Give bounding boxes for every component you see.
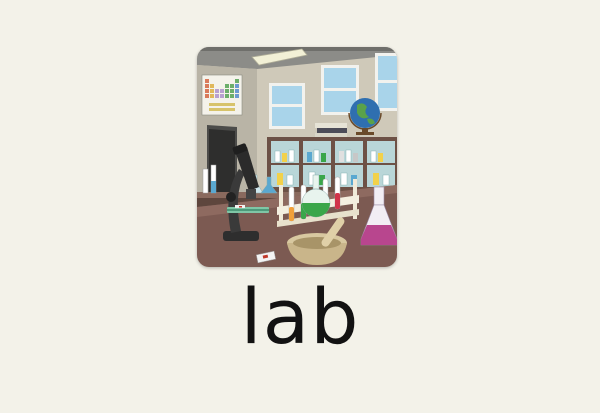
lab-picture-card[interactable] xyxy=(197,47,397,267)
periodic-table-poster xyxy=(201,74,243,116)
flashcard-word: lab xyxy=(240,272,360,361)
lab-illustration xyxy=(197,47,397,267)
books xyxy=(315,123,347,138)
shelving-cabinet xyxy=(267,137,397,192)
